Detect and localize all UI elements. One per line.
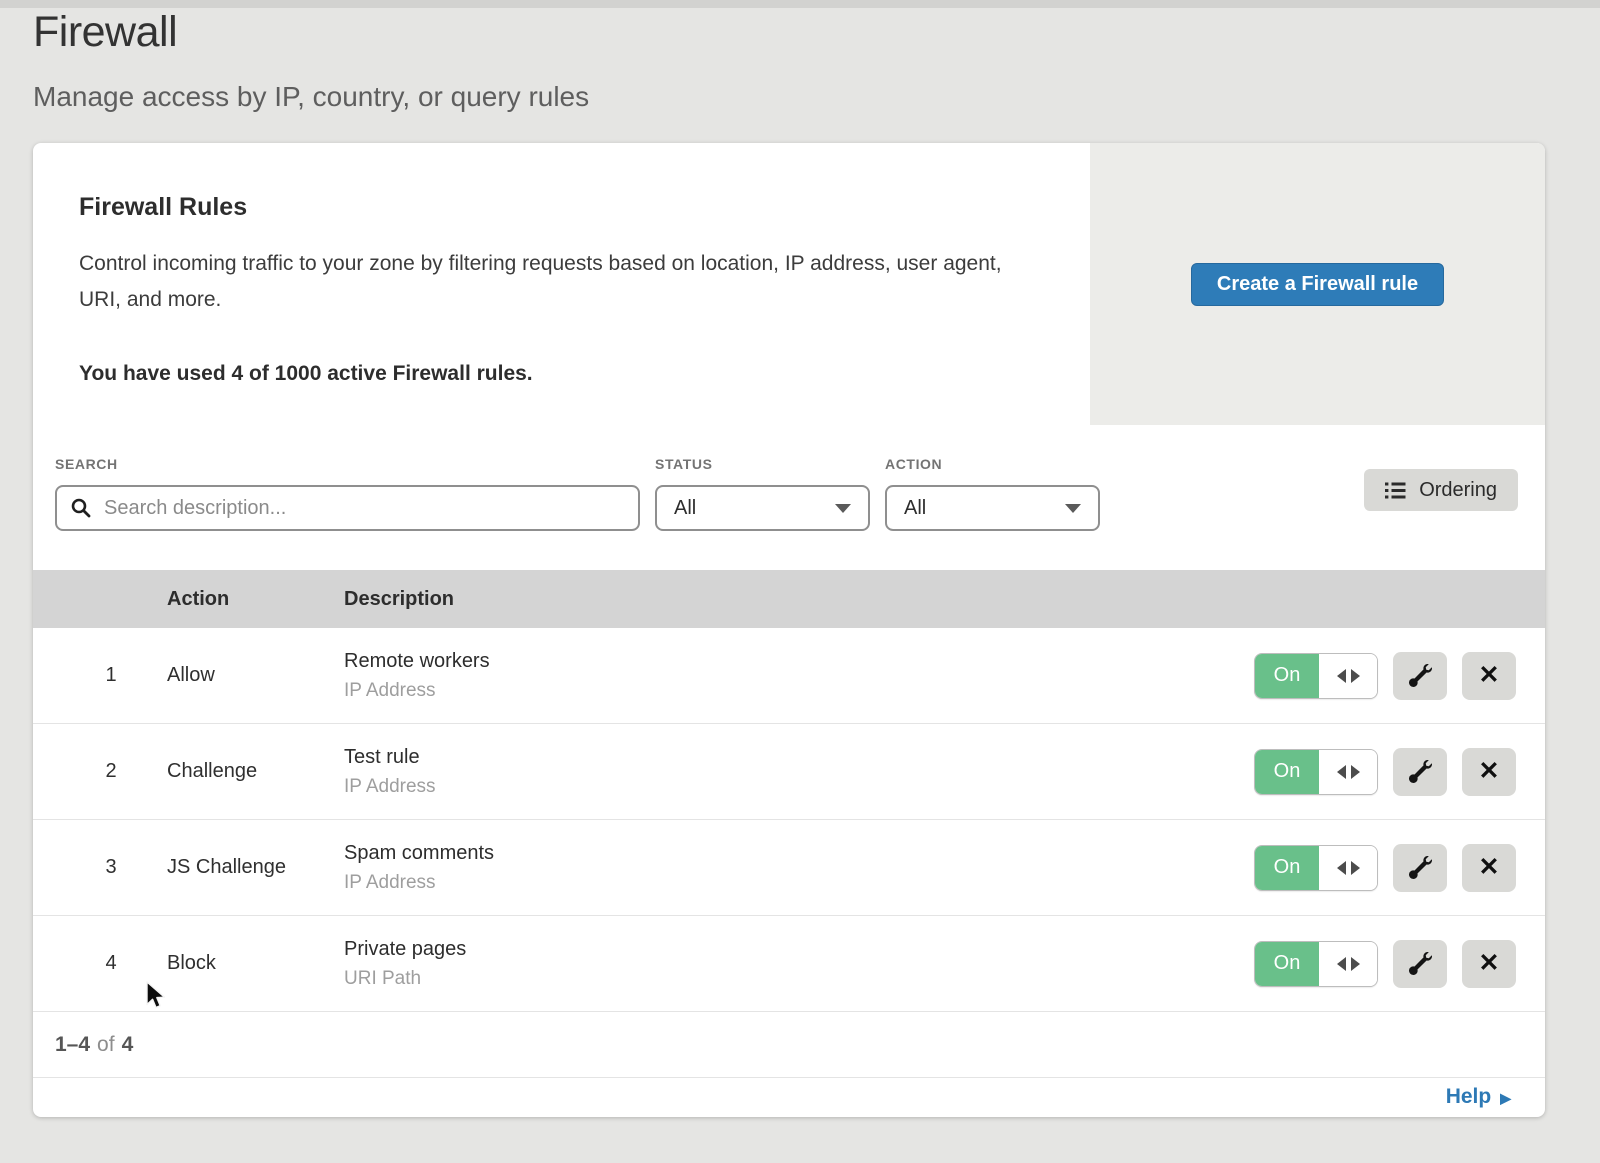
close-icon: ✕: [1479, 759, 1500, 784]
page-header: Firewall Manage access by IP, country, o…: [33, 8, 589, 113]
toggle-drag-handle[interactable]: [1319, 846, 1377, 890]
status-select[interactable]: All: [655, 485, 870, 531]
rule-priority: 2: [55, 760, 167, 783]
pagination-range: 1–4: [55, 1033, 90, 1057]
toggle-on-label: On: [1255, 750, 1319, 794]
status-label: STATUS: [655, 456, 870, 472]
triangle-left-icon: [1337, 669, 1346, 683]
ordering-button[interactable]: Ordering: [1364, 469, 1518, 511]
search-icon: [70, 497, 92, 519]
rule-match-type: IP Address: [344, 872, 1254, 894]
action-column-header: Action: [167, 588, 344, 611]
table-row: 4 Block Private pages URI Path On ✕: [33, 916, 1545, 1012]
table-row: 3 JS Challenge Spam comments IP Address …: [33, 820, 1545, 916]
help-link-label: Help: [1446, 1085, 1492, 1109]
rule-match-type: URI Path: [344, 968, 1254, 990]
action-select[interactable]: All: [885, 485, 1100, 531]
wrench-icon: [1409, 952, 1432, 975]
rule-priority: 1: [55, 664, 167, 687]
toggle-on-label: On: [1255, 846, 1319, 890]
rule-action: Block: [167, 952, 344, 975]
triangle-right-icon: [1351, 765, 1360, 779]
card-description: Control incoming traffic to your zone by…: [79, 246, 1024, 318]
pagination-total: 4: [122, 1033, 134, 1057]
rule-match-type: IP Address: [344, 776, 1254, 798]
edit-rule-button[interactable]: [1393, 844, 1447, 892]
delete-rule-button[interactable]: ✕: [1462, 748, 1516, 796]
filters-bar: SEARCH STATUS All ACTION All: [33, 425, 1545, 570]
triangle-left-icon: [1337, 765, 1346, 779]
table-header: Action Description: [33, 570, 1545, 628]
chevron-down-icon: [835, 504, 851, 513]
delete-rule-button[interactable]: ✕: [1462, 652, 1516, 700]
toggle-drag-handle[interactable]: [1319, 942, 1377, 986]
table-row: 1 Allow Remote workers IP Address On ✕: [33, 628, 1545, 724]
table-row: 2 Challenge Test rule IP Address On ✕: [33, 724, 1545, 820]
toggle-drag-handle[interactable]: [1319, 654, 1377, 698]
card-heading: Firewall Rules: [79, 193, 1050, 222]
triangle-right-icon: [1351, 957, 1360, 971]
description-column-header: Description: [344, 588, 1545, 611]
search-input[interactable]: [102, 496, 625, 521]
triangle-right-icon: [1351, 669, 1360, 683]
rule-match-type: IP Address: [344, 680, 1254, 702]
wrench-icon: [1409, 664, 1432, 687]
action-label: ACTION: [885, 456, 1100, 472]
rule-enabled-toggle[interactable]: On: [1254, 845, 1378, 891]
firewall-rules-card: Firewall Rules Control incoming traffic …: [33, 143, 1545, 1117]
pagination: 1–4 of 4: [33, 1012, 1545, 1078]
toggle-drag-handle[interactable]: [1319, 750, 1377, 794]
rule-enabled-toggle[interactable]: On: [1254, 749, 1378, 795]
rule-enabled-toggle[interactable]: On: [1254, 941, 1378, 987]
edit-rule-button[interactable]: [1393, 652, 1447, 700]
rules-table-body: 1 Allow Remote workers IP Address On ✕: [33, 628, 1545, 1012]
rule-description: Test rule: [344, 746, 1254, 769]
search-box[interactable]: [55, 485, 640, 531]
search-label: SEARCH: [55, 456, 640, 472]
firewall-page: { "page": { "title": "Firewall", "subtit…: [0, 0, 1600, 1163]
edit-rule-button[interactable]: [1393, 748, 1447, 796]
rule-action: Allow: [167, 664, 344, 687]
usage-note: You have used 4 of 1000 active Firewall …: [79, 362, 1050, 386]
action-selected-value: All: [904, 497, 926, 520]
card-intro-section: Firewall Rules Control incoming traffic …: [33, 143, 1545, 425]
delete-rule-button[interactable]: ✕: [1462, 940, 1516, 988]
page-subtitle: Manage access by IP, country, or query r…: [33, 81, 589, 113]
rule-priority: 3: [55, 856, 167, 879]
ordered-list-icon: [1385, 482, 1406, 499]
triangle-left-icon: [1337, 861, 1346, 875]
delete-rule-button[interactable]: ✕: [1462, 844, 1516, 892]
edit-rule-button[interactable]: [1393, 940, 1447, 988]
chevron-down-icon: [1065, 504, 1081, 513]
create-rule-panel: Create a Firewall rule: [1090, 143, 1545, 425]
arrow-right-icon: ▶: [1500, 1089, 1511, 1105]
triangle-right-icon: [1351, 861, 1360, 875]
ordering-button-label: Ordering: [1419, 479, 1497, 502]
close-icon: ✕: [1479, 951, 1500, 976]
wrench-icon: [1409, 760, 1432, 783]
toggle-on-label: On: [1255, 942, 1319, 986]
status-selected-value: All: [674, 497, 696, 520]
rule-action: Challenge: [167, 760, 344, 783]
pagination-separator: of: [97, 1033, 115, 1057]
rule-description: Private pages: [344, 938, 1254, 961]
triangle-left-icon: [1337, 957, 1346, 971]
help-link[interactable]: Help ▶: [1446, 1085, 1511, 1109]
rule-priority: 4: [55, 952, 167, 975]
toggle-on-label: On: [1255, 654, 1319, 698]
create-firewall-rule-button[interactable]: Create a Firewall rule: [1191, 263, 1444, 306]
wrench-icon: [1409, 856, 1432, 879]
close-icon: ✕: [1479, 855, 1500, 880]
rule-description: Remote workers: [344, 650, 1254, 673]
rule-description: Spam comments: [344, 842, 1254, 865]
rule-enabled-toggle[interactable]: On: [1254, 653, 1378, 699]
page-title: Firewall: [33, 8, 589, 57]
rule-action: JS Challenge: [167, 856, 344, 879]
close-icon: ✕: [1479, 663, 1500, 688]
